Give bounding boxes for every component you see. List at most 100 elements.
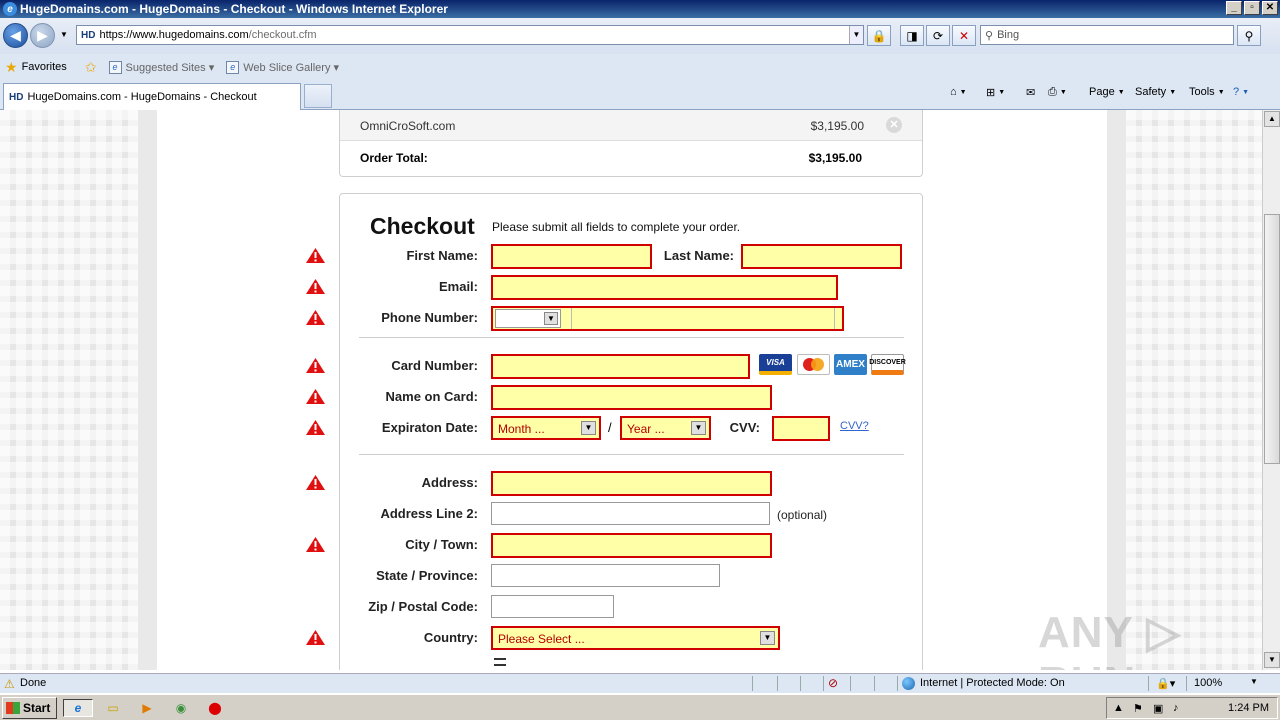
email-field[interactable] bbox=[491, 275, 838, 300]
cvv-field[interactable] bbox=[772, 416, 830, 441]
city-field[interactable] bbox=[491, 533, 772, 558]
address-url[interactable]: https://www.hugedomains.com/checkout.cfm bbox=[99, 29, 316, 41]
home-icon[interactable]: ⌂ ▼ bbox=[950, 86, 967, 98]
scroll-up-icon[interactable]: ▲ bbox=[1264, 111, 1280, 127]
phone-label: Phone Number: bbox=[381, 310, 478, 325]
search-input[interactable]: ⚲ Bing bbox=[980, 25, 1234, 45]
year-select[interactable]: Year ... ▼ bbox=[620, 416, 711, 440]
refresh-icon[interactable]: ⟳ bbox=[926, 25, 950, 46]
network-icon[interactable]: ▣ bbox=[1153, 702, 1163, 715]
taskbar: Start e ▭ ▶ ◉ ⬤ ▲ ⚑ ▣ ♪ 1:24 PM bbox=[0, 694, 1280, 720]
ie-page-icon: e bbox=[226, 60, 240, 74]
country-select[interactable]: Please Select ... ▼ bbox=[491, 626, 780, 650]
volume-icon[interactable]: ♪ bbox=[1173, 702, 1179, 714]
divider bbox=[850, 676, 851, 691]
close-window-button[interactable]: ✕ bbox=[1262, 1, 1278, 15]
forward-button[interactable]: ▶ bbox=[30, 23, 55, 48]
checkout-title: Checkout bbox=[370, 213, 475, 239]
phone-number-input[interactable] bbox=[571, 308, 835, 329]
explorer-taskbar-icon[interactable]: ▭ bbox=[103, 699, 123, 717]
back-button[interactable]: ◀ bbox=[3, 23, 28, 48]
scroll-down-icon[interactable]: ▼ bbox=[1264, 652, 1280, 668]
chevron-down-icon: ▼ bbox=[544, 312, 558, 325]
order-total-value: $3,195.00 bbox=[808, 151, 862, 165]
zoom-level[interactable]: 100% bbox=[1194, 677, 1222, 689]
address-label: Address: bbox=[421, 475, 478, 490]
suggested-sites-link[interactable]: e Suggested Sites ▾ bbox=[108, 60, 214, 74]
favorites-bar: ★ Favorites ✩ e Suggested Sites ▾ e Web … bbox=[0, 54, 1280, 80]
optional-note: (optional) bbox=[777, 508, 828, 522]
page-content: OmniCroSoft.com $3,195.00 ✕ Order Total:… bbox=[0, 110, 1262, 670]
tools-menu[interactable]: Tools ▼ bbox=[1189, 86, 1225, 98]
print-icon[interactable]: ⎙ ▼ bbox=[1048, 86, 1067, 99]
divider bbox=[1148, 676, 1149, 691]
name-on-card-field[interactable] bbox=[491, 385, 772, 410]
phone-country-code-select[interactable]: ▼ bbox=[495, 309, 561, 328]
new-tab-button[interactable] bbox=[304, 84, 332, 108]
partial-element bbox=[494, 658, 506, 666]
remove-item-icon[interactable]: ✕ bbox=[886, 117, 902, 133]
favorites-star-icon: ★ bbox=[5, 58, 18, 75]
tab-checkout[interactable]: HD HugeDomains.com - HugeDomains - Check… bbox=[3, 83, 301, 110]
media-player-taskbar-icon[interactable]: ▶ bbox=[137, 699, 157, 717]
last-name-field[interactable] bbox=[741, 244, 902, 269]
last-name-label: Last Name: bbox=[663, 248, 734, 263]
action-center-icon[interactable]: ⚑ bbox=[1133, 702, 1143, 715]
phone-field[interactable]: ▼ bbox=[491, 306, 844, 331]
ie-logo-icon: e bbox=[3, 2, 17, 16]
zip-label: Zip / Postal Code: bbox=[368, 599, 478, 614]
window-title: HugeDomains.com - HugeDomains - Checkout… bbox=[20, 2, 448, 16]
page-menu[interactable]: Page ▼ bbox=[1089, 86, 1125, 98]
state-field[interactable] bbox=[491, 564, 720, 587]
clock[interactable]: 1:24 PM bbox=[1228, 702, 1269, 714]
zoom-dropdown-icon[interactable]: ▼ bbox=[1250, 677, 1258, 686]
chevron-down-icon: ▼ bbox=[760, 631, 775, 645]
address-bar[interactable]: HD https://www.hugedomains.com/checkout.… bbox=[76, 25, 864, 45]
tray-expand-icon[interactable]: ▲ bbox=[1113, 702, 1124, 714]
first-name-field[interactable] bbox=[491, 244, 652, 269]
start-button[interactable]: Start bbox=[2, 697, 57, 719]
card-number-label: Card Number: bbox=[391, 358, 478, 373]
chrome-taskbar-icon[interactable]: ◉ bbox=[171, 699, 191, 717]
window-title-bar: e HugeDomains.com - HugeDomains - Checko… bbox=[0, 0, 1280, 18]
scroll-thumb[interactable] bbox=[1264, 214, 1280, 464]
tab-bar: HD HugeDomains.com - HugeDomains - Check… bbox=[0, 80, 1280, 110]
add-favorite-icon[interactable]: ✩ bbox=[85, 59, 97, 76]
stop-icon[interactable]: ✕ bbox=[952, 25, 976, 46]
checkout-subtitle: Please submit all fields to complete you… bbox=[492, 220, 741, 234]
compatibility-view-icon[interactable]: ◨ bbox=[900, 25, 924, 46]
help-icon[interactable]: ? ▼ bbox=[1233, 86, 1249, 98]
divider bbox=[752, 676, 753, 691]
opera-taskbar-icon[interactable]: ⬤ bbox=[205, 699, 225, 717]
divider bbox=[1186, 676, 1187, 691]
feeds-icon[interactable]: ⊞ ▼ bbox=[986, 86, 1005, 99]
month-select[interactable]: Month ... ▼ bbox=[491, 416, 601, 440]
name-on-card-label: Name on Card: bbox=[385, 389, 478, 404]
web-slice-gallery-link[interactable]: e Web Slice Gallery ▾ bbox=[226, 60, 339, 74]
mastercard-icon bbox=[797, 354, 830, 375]
card-number-field[interactable] bbox=[491, 354, 750, 379]
status-bar: ⚠ Done ⊘ Internet | Protected Mode: On 🔒… bbox=[0, 673, 1280, 693]
lock-icon[interactable]: 🔒 bbox=[867, 25, 891, 46]
zip-field[interactable] bbox=[491, 595, 614, 618]
favorites-button[interactable]: ★ Favorites bbox=[5, 59, 67, 76]
maximize-button[interactable]: ▫ bbox=[1244, 1, 1260, 15]
history-dropdown-icon[interactable]: ▼ bbox=[60, 30, 68, 39]
minimize-button[interactable]: _ bbox=[1226, 1, 1242, 15]
expiration-label: Expiraton Date: bbox=[381, 420, 478, 435]
address-field[interactable] bbox=[491, 471, 772, 496]
safety-menu[interactable]: Safety ▼ bbox=[1135, 86, 1176, 98]
popup-blocker-icon[interactable]: ⊘ bbox=[828, 676, 838, 690]
warning-icon bbox=[305, 388, 326, 405]
state-label: State / Province: bbox=[376, 568, 478, 583]
address-dropdown-icon[interactable]: ▼ bbox=[849, 26, 863, 44]
cvv-help-link[interactable]: CVV? bbox=[840, 420, 869, 432]
ie-taskbar-icon[interactable]: e bbox=[63, 699, 93, 717]
search-button[interactable]: ⚲ bbox=[1237, 25, 1261, 46]
divider bbox=[823, 676, 824, 691]
address-line2-field[interactable] bbox=[491, 502, 770, 525]
read-mail-icon[interactable]: ✉ bbox=[1026, 86, 1035, 99]
protected-mode-icon[interactable]: 🔒▾ bbox=[1156, 677, 1175, 690]
internet-zone-icon bbox=[902, 677, 915, 690]
vertical-scrollbar[interactable]: ▲ ▼ bbox=[1262, 110, 1280, 670]
